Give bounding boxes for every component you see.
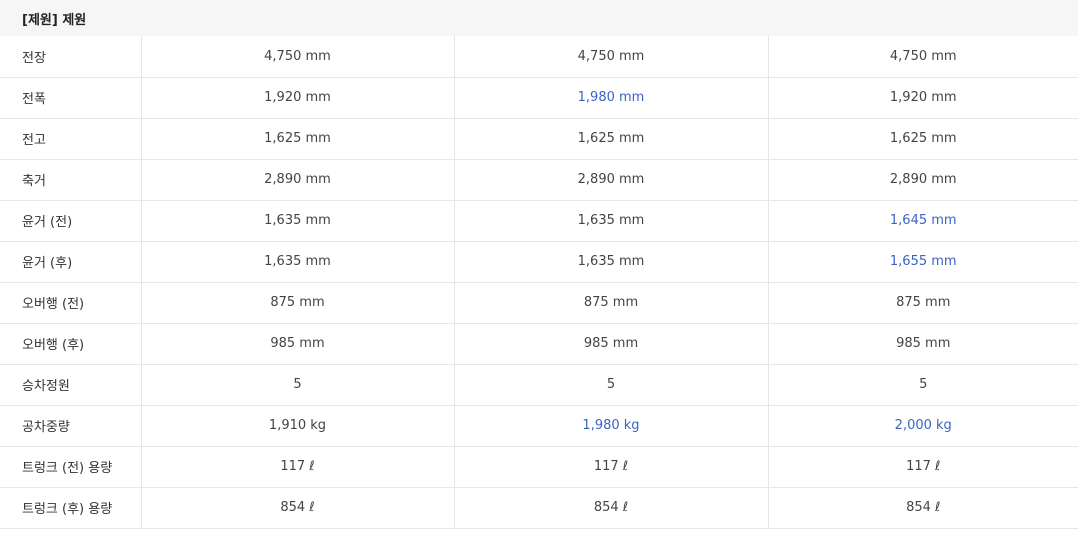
row-label: 오버행 (후) — [0, 323, 142, 365]
table-row: 윤거 (후) 1,635 mm 1,635 mm 1,655 mm — [0, 241, 1078, 283]
row-label: 승차정원 — [0, 364, 142, 406]
table-row: 공차중량 1,910 kg 1,980 kg 2,000 kg — [0, 405, 1078, 447]
value-cell-trim-3: 875 mm — [768, 282, 1078, 324]
value-cell-trim-2: 1,635 mm — [454, 241, 769, 283]
value-cell-trim-1: 1,920 mm — [141, 77, 455, 119]
value-cell-trim-2: 4,750 mm — [454, 36, 769, 78]
value-cell-trim-3: 1,655 mm — [768, 241, 1078, 283]
table-row: 전폭 1,920 mm 1,980 mm 1,920 mm — [0, 77, 1078, 119]
table-row: 전장 4,750 mm 4,750 mm 4,750 mm — [0, 36, 1078, 78]
value-cell-trim-2: 117 ℓ — [454, 446, 769, 488]
row-label: 전장 — [0, 36, 142, 78]
table-row: 승차정원 5 5 5 — [0, 364, 1078, 406]
row-label: 축거 — [0, 159, 142, 201]
table-row: 트렁크 (후) 용량 854 ℓ 854 ℓ 854 ℓ — [0, 487, 1078, 529]
table-row: 오버행 (후) 985 mm 985 mm 985 mm — [0, 323, 1078, 365]
value-cell-trim-2: 875 mm — [454, 282, 769, 324]
table-row: 트렁크 (전) 용량 117 ℓ 117 ℓ 117 ℓ — [0, 446, 1078, 488]
value-cell-trim-3: 1,920 mm — [768, 77, 1078, 119]
spec-section: [제원] 제원 전장 4,750 mm 4,750 mm 4,750 mm 전폭… — [0, 0, 1078, 529]
value-cell-trim-3: 117 ℓ — [768, 446, 1078, 488]
value-cell-trim-2: 2,890 mm — [454, 159, 769, 201]
value-cell-trim-1: 1,635 mm — [141, 241, 455, 283]
value-cell-trim-2: 1,625 mm — [454, 118, 769, 160]
table-row: 오버행 (전) 875 mm 875 mm 875 mm — [0, 282, 1078, 324]
value-cell-trim-3: 1,625 mm — [768, 118, 1078, 160]
section-title: [제원] 제원 — [0, 0, 1078, 36]
value-cell-trim-2: 5 — [454, 364, 769, 406]
value-cell-trim-2: 985 mm — [454, 323, 769, 365]
table-row: 윤거 (전) 1,635 mm 1,635 mm 1,645 mm — [0, 200, 1078, 242]
row-label: 윤거 (전) — [0, 200, 142, 242]
row-label: 전고 — [0, 118, 142, 160]
row-label: 전폭 — [0, 77, 142, 119]
value-cell-trim-1: 875 mm — [141, 282, 455, 324]
value-cell-trim-2: 854 ℓ — [454, 487, 769, 529]
spec-table: 전장 4,750 mm 4,750 mm 4,750 mm 전폭 1,920 m… — [0, 36, 1078, 529]
row-label: 윤거 (후) — [0, 241, 142, 283]
row-label: 트렁크 (후) 용량 — [0, 487, 142, 529]
value-cell-trim-1: 854 ℓ — [141, 487, 455, 529]
row-label: 공차중량 — [0, 405, 142, 447]
value-cell-trim-2: 1,980 kg — [454, 405, 769, 447]
value-cell-trim-3: 2,890 mm — [768, 159, 1078, 201]
value-cell-trim-1: 985 mm — [141, 323, 455, 365]
value-cell-trim-1: 2,890 mm — [141, 159, 455, 201]
value-cell-trim-1: 4,750 mm — [141, 36, 455, 78]
value-cell-trim-3: 985 mm — [768, 323, 1078, 365]
table-row: 전고 1,625 mm 1,625 mm 1,625 mm — [0, 118, 1078, 160]
value-cell-trim-1: 1,910 kg — [141, 405, 455, 447]
value-cell-trim-2: 1,980 mm — [454, 77, 769, 119]
value-cell-trim-3: 1,645 mm — [768, 200, 1078, 242]
value-cell-trim-1: 5 — [141, 364, 455, 406]
value-cell-trim-3: 4,750 mm — [768, 36, 1078, 78]
value-cell-trim-1: 1,625 mm — [141, 118, 455, 160]
value-cell-trim-3: 5 — [768, 364, 1078, 406]
row-label: 오버행 (전) — [0, 282, 142, 324]
row-label: 트렁크 (전) 용량 — [0, 446, 142, 488]
value-cell-trim-1: 117 ℓ — [141, 446, 455, 488]
spec-table-body: 전장 4,750 mm 4,750 mm 4,750 mm 전폭 1,920 m… — [0, 36, 1078, 529]
value-cell-trim-1: 1,635 mm — [141, 200, 455, 242]
value-cell-trim-2: 1,635 mm — [454, 200, 769, 242]
value-cell-trim-3: 2,000 kg — [768, 405, 1078, 447]
value-cell-trim-3: 854 ℓ — [768, 487, 1078, 529]
table-row: 축거 2,890 mm 2,890 mm 2,890 mm — [0, 159, 1078, 201]
